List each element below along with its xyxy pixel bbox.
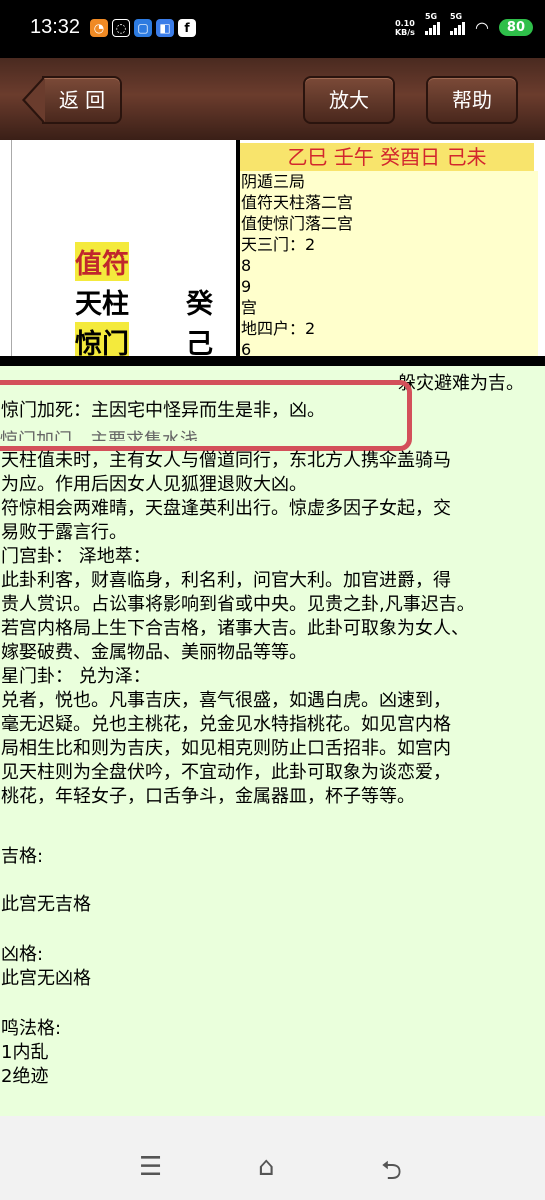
text-line: 兑者，悦也。凡事吉庆，喜气很盛，如遇白虎。凶速到， [1,690,451,711]
text-line: 见天柱则为全盘伏吟，不宜动作，此卦可取象为谈恋爱， [1,762,451,783]
info-line: 阴遁三局 [241,172,306,191]
text-line: 天柱值未时，主有女人与僧道同行，东北方人携伞盖骑马 [1,450,451,471]
panel-border [11,140,12,356]
status-time: 13:32 [30,16,81,38]
info-line: 天三门：2 [241,235,316,254]
notification-icons: ◔ ◌ ▢ ◧ f [90,19,196,37]
ji-value: 此宫无吉格 [1,894,91,915]
text-line: 桃花，年轻女子，口舌争斗，金属器皿，杯子等等。 [1,786,415,807]
text-line: 星门卦： 兑为泽： [1,666,151,687]
text-line: 符惊相会两难晴，天盘逢英利出行。惊虚多因子女起，交 [1,498,451,519]
info-line: 值使惊门落二宫 [241,214,354,233]
text-line: 此卦利客，财喜临身，利名利，问官大利。加官进爵，得 [1,570,451,591]
ganzhi-header: 乙巳 壬午 癸酉日 己未 [240,143,534,171]
back-button[interactable]: 返 回 [22,76,122,124]
text-line: 毫无迟疑。兑也主桃花，兑金见水特指桃花。如见宫内格 [1,714,451,735]
stem-top: 癸 [186,289,213,320]
label-zhifu: 值符 [75,242,129,281]
zoom-button[interactable]: 放大 [303,76,395,124]
partial-line-cut: 惊门加门，主要求售水浅 [0,430,198,441]
info-line: 值符天柱落二宫 [241,193,354,212]
xiong-value: 此宫无凶格 [1,968,91,989]
signal-label-2: 5G [449,11,463,21]
info-line: 宫 [241,298,258,317]
back-arrow-fill [25,78,45,122]
highlight-line: 惊门加死：主因宅中怪异而生是非，凶。 [1,400,325,421]
palace-info: 阴遁三局 值符天柱落二宫 值使惊门落二宫 天三门：2 8 9 宫 地四户：2 6 [240,171,538,356]
info-line: 9 [241,277,252,296]
net-speed-unit: KB/s [394,27,415,37]
app-notification-icon-3: ◧ [156,19,174,37]
bottom-gap [0,1116,545,1136]
back-nav-icon[interactable]: ⮌ [381,1152,402,1196]
facebook-icon: f [178,19,196,37]
text-line: 若宫内格局上生下合吉格，诸事大吉。此卦可取象为女人、 [1,618,469,639]
status-bar: 13:32 ◔ ◌ ▢ ◧ f 0.10 KB/s 5G 5G ◠ 80 [0,0,545,58]
palace-panel: 值符 天柱 癸 惊门 己 阴遁三局 值符天柱落二宫 值使惊门落二宫 天三门：2 … [0,140,545,361]
ming-title: 鸣法格: [1,1018,62,1039]
info-line: 地四户：2 [241,319,316,338]
net-speed-value: 0.10 [395,18,415,28]
xiong-title: 凶格: [1,944,44,965]
info-line: 8 [241,256,252,275]
signal-5g-icon: 5G [424,12,440,35]
back-button-label: 返 回 [58,88,106,112]
ji-title: 吉格: [1,846,44,867]
app-notification-icon: ◔ [90,19,108,37]
home-icon[interactable]: ⌂ [258,1152,275,1182]
net-speed: 0.10 KB/s [395,19,415,37]
help-button[interactable]: 帮助 [426,76,518,124]
battery-indicator: 80 [498,19,533,36]
ming-item: 2绝迹 [1,1066,49,1087]
wechat-icon: ◌ [112,19,130,37]
toolbar: 返 回 放大 帮助 [0,58,545,140]
text-line: 局相生比和则为吉庆，如见相克则防止口舌招非。如宫内 [1,738,451,759]
signal-label-1: 5G [424,11,438,21]
signal-5g-icon-2: 5G [449,12,465,35]
text-line: 为应。作用后因女人见狐狸退败大凶。 [1,474,307,495]
separator-bar [0,356,545,366]
partial-line-top: 躲灾避难为吉。 [398,373,524,394]
wifi-icon: ◠ [474,18,489,37]
info-line: 6 [241,340,252,356]
ming-item: 1内乱 [1,1042,49,1063]
label-tianzhu: 天柱 [75,289,129,320]
menu-icon[interactable]: ☰ [139,1152,162,1182]
system-nav-bar: ☰ ⌂ ⮌ [0,1136,545,1200]
interpretation-text[interactable]: 躲灾避难为吉。 惊门加死：主因宅中怪异而生是非，凶。 惊门加门，主要求售水浅 天… [0,366,545,1116]
text-line: 门宫卦： 泽地萃： [1,546,151,567]
text-line: 易败于露言行。 [1,522,127,543]
text-line: 贵人赏识。占讼事将影响到省或中央。见贵之卦,凡事迟吉。 [1,594,475,615]
app-notification-icon-2: ▢ [134,19,152,37]
text-line: 嫁娶破费、金属物品、美丽物品等等。 [1,642,307,663]
